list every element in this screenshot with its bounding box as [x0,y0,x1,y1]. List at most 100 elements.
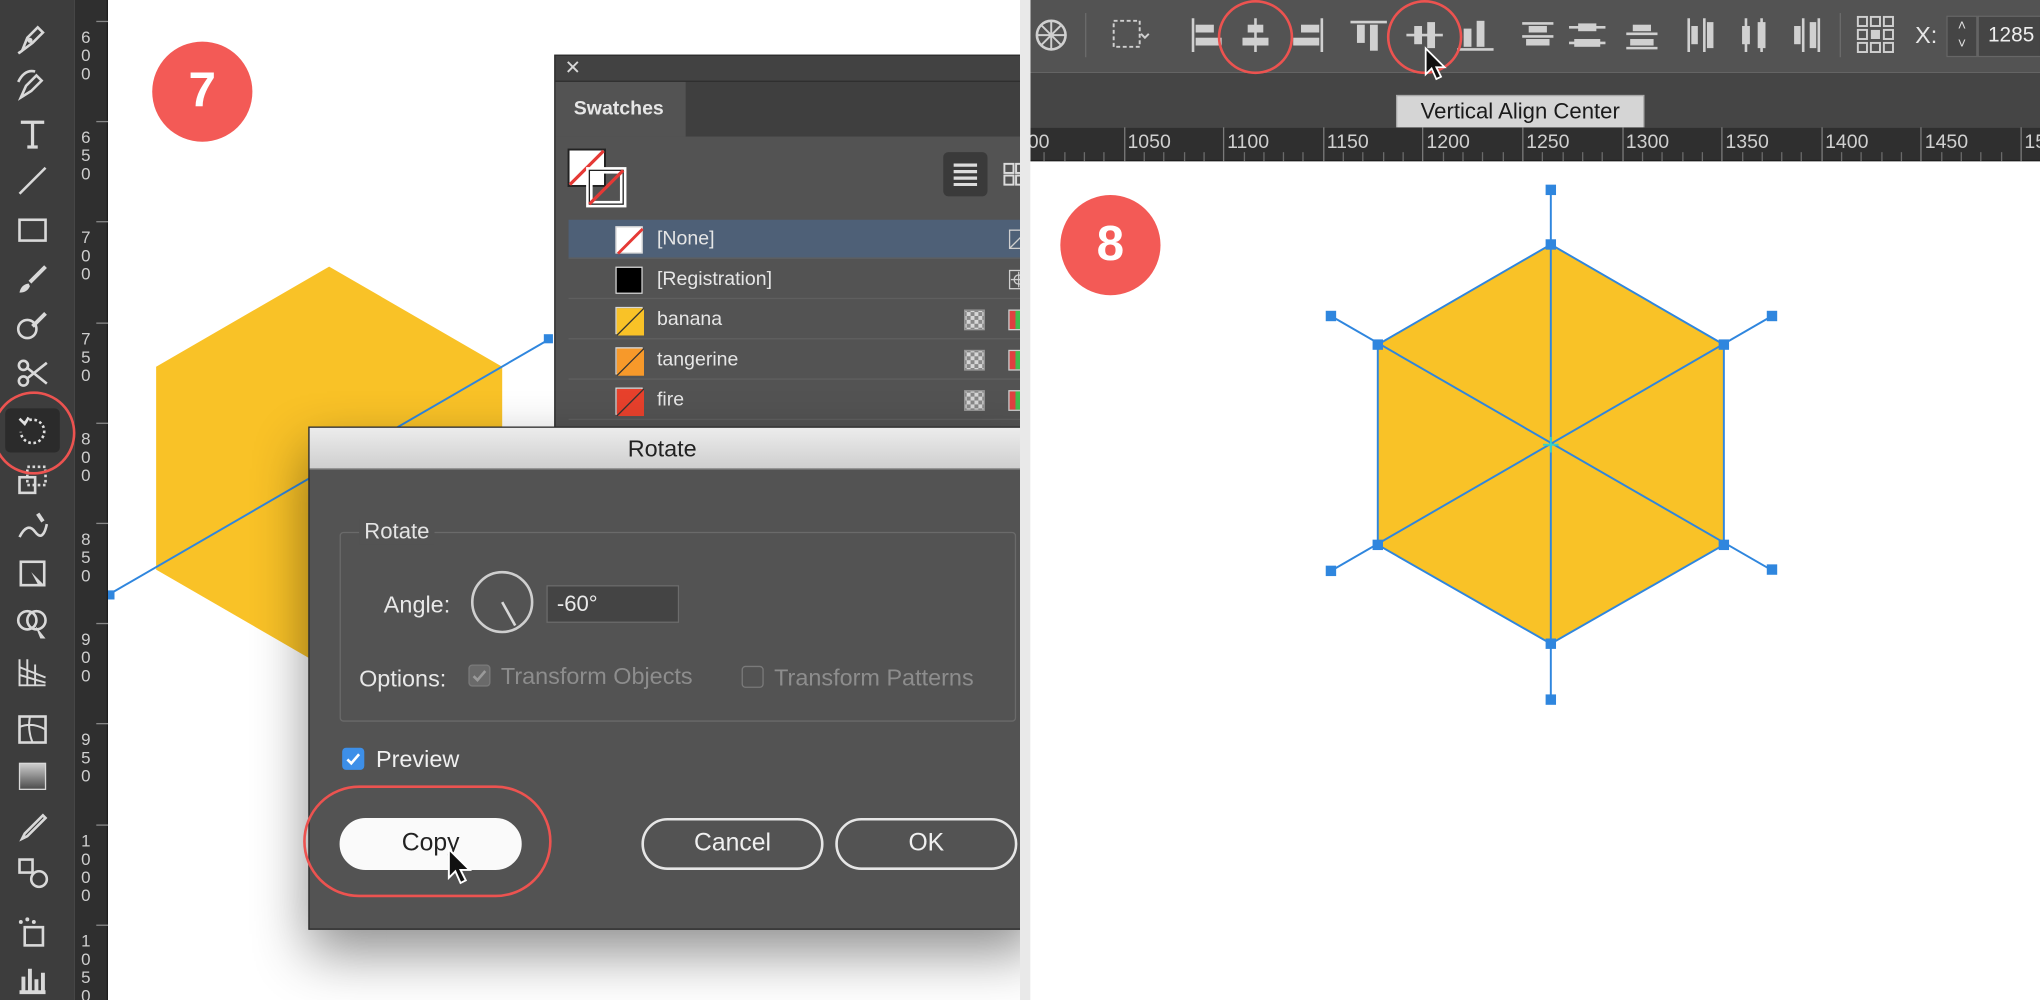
swatch-row-banana[interactable]: banana [568,300,1020,340]
no-edit-icon [1008,229,1020,250]
panel-divider [1019,0,1031,1000]
symbol-sprayer-tool[interactable] [5,910,60,954]
angle-input[interactable]: -60° [546,585,680,623]
fill-stroke-icon[interactable] [566,147,628,209]
vertical-ruler-label: 6 [81,127,91,148]
rgb-mode-icon [1008,390,1020,411]
eyedropper-tool[interactable] [5,804,60,848]
free-transform-icon [19,560,46,587]
warp-icon [18,512,49,538]
swatch-row-fire[interactable]: fire [568,381,1020,421]
tab-swatches[interactable]: Swatches [555,81,686,137]
swatch-name: banana [657,308,723,331]
vertical-ruler-label: 5 [81,967,91,987]
swatch-chip [615,266,643,294]
vertical-ruler-label: 1 [81,830,91,850]
transform-patterns-label: Transform Patterns [774,664,974,691]
swatch-chip [615,347,645,376]
pen-icon [17,25,45,55]
ruler-tick [96,422,108,424]
column-graph-icon [19,968,46,995]
line-segment-tool[interactable] [5,159,60,203]
vertical-ruler-label: 0 [81,447,91,467]
pen-tool[interactable] [5,16,60,60]
swatch-name: [Registration] [657,267,772,290]
vertical-ruler-label: 8 [81,428,91,449]
symbol-sprayer-icon [18,917,45,947]
vertical-ruler: 60065070075080085090095010001050 [74,0,108,1000]
preview-label: Preview [375,746,460,773]
vertical-ruler-label: 1 [81,930,91,951]
ruler-tick [96,623,108,625]
step-8-panel: X: ˄ ˅ 1285 Vertical Align Center 001050… [1030,0,2040,1000]
swatch-row-none[interactable]: [None] [568,219,1020,259]
vertical-ruler-label: 0 [81,848,91,869]
type-icon [20,120,45,149]
transform-objects-checkbox[interactable] [468,664,491,687]
swatches-panel: ✕ Swatches ⋮ [554,54,1020,445]
registration-icon [1008,269,1020,290]
vertical-ruler-label: 0 [81,465,91,485]
tools-panel [0,0,75,1000]
ok-button[interactable]: OK [835,817,1018,870]
vertical-ruler-label: 5 [81,748,91,768]
swatch-name: fire [657,388,685,411]
list-view-icon [953,163,978,186]
list-view-button[interactable] [943,152,988,197]
gradient-tool[interactable] [5,754,60,798]
paintbrush-tool[interactable] [5,257,60,301]
rectangle-tool[interactable] [5,208,60,252]
warp-tool[interactable] [5,505,60,549]
vertical-ruler-label: 8 [81,529,91,549]
swatches-tabrow: Swatches ⋮ [555,81,1020,137]
perspective-grid-icon [18,659,46,687]
preview-checkbox[interactable] [342,747,365,770]
blend-tool[interactable] [5,850,60,894]
vertical-ruler-label: 0 [81,949,91,969]
swatch-row-registration[interactable]: [Registration] [568,260,1020,300]
copy-button-highlight [303,785,552,898]
perspective-grid-tool[interactable] [5,650,60,694]
rgb-mode-icon [1008,309,1020,331]
grid-view-button[interactable] [993,152,1020,196]
ruler-tick [96,20,108,23]
swatch-name: tangerine [657,348,739,371]
anchor-point[interactable] [543,334,553,344]
column-graph-tool[interactable] [5,957,60,1000]
angle-label: Angle: [383,591,451,618]
vertical-ruler-label: 0 [81,246,91,266]
vertical-ruler-label: 0 [81,666,91,686]
vertical-ruler-label: 0 [81,264,91,284]
cancel-button[interactable]: Cancel [641,817,824,870]
transform-patterns-checkbox[interactable] [741,665,764,688]
swatch-row-tangerine[interactable]: tangerine [568,341,1020,380]
scissors-tool[interactable] [5,351,60,395]
curvature-tool[interactable] [5,62,60,106]
type-tool[interactable] [5,112,60,156]
vertical-ruler-label: 7 [81,228,91,248]
paintbrush-icon [19,265,47,293]
vertical-ruler-label: 0 [81,866,91,887]
rgb-mode-icon [1008,349,1020,371]
vertical-ruler-label: 0 [81,885,91,905]
vertical-ruler-label: 0 [81,766,91,786]
vertical-ruler-label: 5 [81,346,91,367]
swatch-chip [615,306,645,336]
shaper-tool[interactable] [5,304,60,348]
swatch-name: [None] [657,227,715,250]
angle-dial[interactable] [470,570,534,634]
rectangle-icon [18,218,47,242]
mesh-tool[interactable] [5,707,60,751]
mesh-icon [18,715,47,744]
rotate-group-box [339,531,1017,722]
shape-builder-tool[interactable] [5,601,60,645]
close-icon[interactable]: ✕ [565,57,581,80]
vertical-ruler-label: 0 [81,164,91,184]
free-transform-tool[interactable] [5,551,60,595]
grid-view-icon [1003,162,1020,186]
line-icon [18,166,47,195]
eyedropper-icon [19,813,48,842]
ruler-tick [96,823,108,826]
artboard-canvas[interactable] [1030,0,2040,1000]
blend-icon [18,858,49,889]
